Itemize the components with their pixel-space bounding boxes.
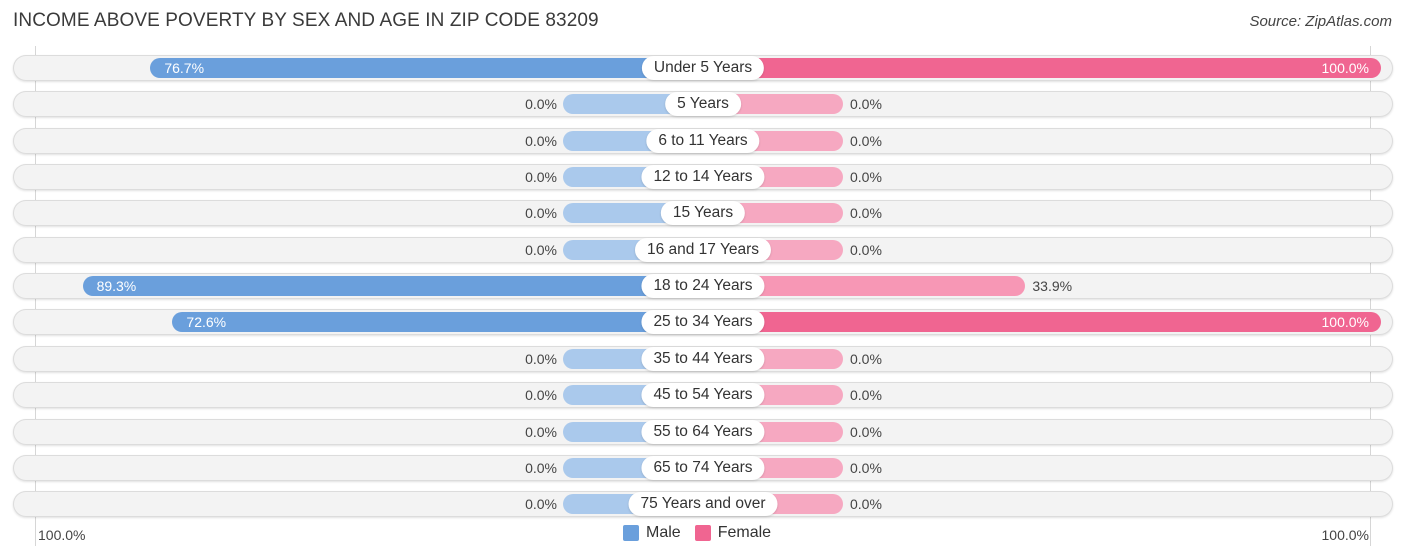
legend-label-male: Male — [646, 524, 681, 541]
legend-item-female: Female — [694, 524, 772, 542]
category-label: Under 5 Years — [641, 56, 765, 80]
category-label: 55 to 64 Years — [641, 420, 765, 444]
male-value-label: 0.0% — [525, 96, 557, 112]
category-label: 35 to 44 Years — [641, 347, 765, 371]
male-value-label: 0.0% — [525, 496, 557, 512]
female-value-label: 33.9% — [1032, 278, 1073, 294]
male-value-label: 0.0% — [525, 205, 557, 221]
female-value-label: 0.0% — [850, 496, 882, 512]
female-bar — [703, 312, 1381, 332]
category-label: 25 to 34 Years — [641, 310, 765, 334]
chart-rows: 76.7% 100.0% Under 5 Years 0.0% 0.0% 5 Years 0… — [0, 0, 1406, 559]
legend-swatch-male — [623, 525, 639, 541]
category-label: 12 to 14 Years — [641, 165, 765, 189]
female-value-label: 0.0% — [850, 351, 882, 367]
male-value-label: 72.6% — [186, 314, 227, 330]
male-value-label: 0.0% — [525, 133, 557, 149]
female-value-label: 0.0% — [850, 460, 882, 476]
male-value-label: 0.0% — [525, 242, 557, 258]
legend-item-male: Male — [623, 524, 681, 542]
male-value-label: 0.0% — [525, 387, 557, 403]
male-value-label: 89.3% — [96, 278, 137, 294]
legend: Male Female — [623, 524, 785, 542]
category-label: 18 to 24 Years — [641, 274, 765, 298]
female-value-label: 0.0% — [850, 242, 882, 258]
female-value-label: 100.0% — [1321, 314, 1369, 330]
axis-left-label: 100.0% — [38, 527, 86, 543]
male-value-label: 0.0% — [525, 424, 557, 440]
male-bar — [82, 276, 703, 296]
male-value-label: 0.0% — [525, 460, 557, 476]
category-label: 5 Years — [665, 92, 741, 116]
male-value-label: 0.0% — [525, 169, 557, 185]
female-value-label: 0.0% — [850, 169, 882, 185]
female-bar — [703, 58, 1381, 78]
category-label: 65 to 74 Years — [641, 456, 765, 480]
category-label: 15 Years — [660, 201, 746, 225]
female-value-label: 0.0% — [850, 133, 882, 149]
female-value-label: 0.0% — [850, 424, 882, 440]
female-value-label: 100.0% — [1321, 60, 1369, 76]
category-label: 6 to 11 Years — [646, 129, 760, 153]
category-label: 16 and 17 Years — [634, 238, 772, 262]
male-value-label: 76.7% — [164, 60, 205, 76]
female-value-label: 0.0% — [850, 387, 882, 403]
legend-label-female: Female — [717, 524, 772, 541]
legend-swatch-female — [694, 525, 711, 541]
male-value-label: 0.0% — [525, 351, 557, 367]
male-bar — [172, 312, 703, 332]
female-value-label: 0.0% — [850, 96, 882, 112]
female-value-label: 0.0% — [850, 205, 882, 221]
category-label: 75 Years and over — [628, 492, 778, 516]
male-bar — [150, 58, 703, 78]
axis-right-label: 100.0% — [1321, 527, 1369, 543]
category-label: 45 to 54 Years — [641, 383, 765, 407]
